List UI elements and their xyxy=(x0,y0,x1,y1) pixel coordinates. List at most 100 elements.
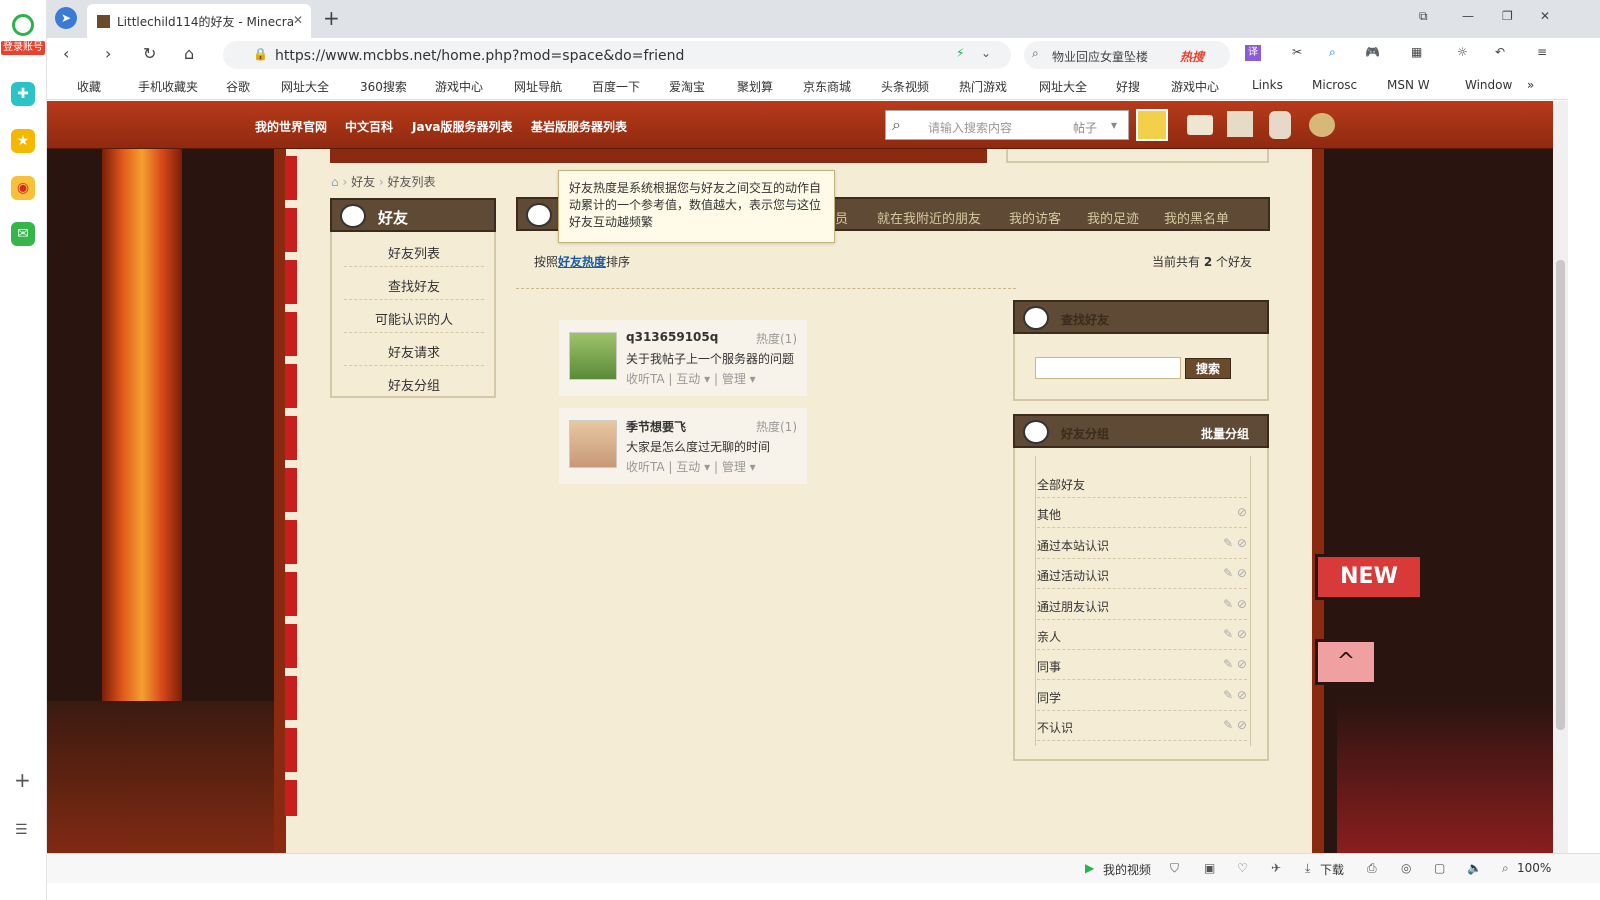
star-icon[interactable]: ★ xyxy=(11,129,35,153)
group-item[interactable]: 亲人 ✎ ⊘ xyxy=(1037,620,1247,650)
back-icon[interactable]: ‹ xyxy=(63,44,69,63)
edit-delete-icons[interactable]: ✎ ⊘ xyxy=(1223,536,1247,550)
image-icon[interactable]: ▣ xyxy=(1204,861,1215,875)
bookmark-item[interactable]: 京东商城 xyxy=(803,78,851,95)
tab-blacklist[interactable]: 我的黑名单 xyxy=(1164,208,1229,227)
group-item[interactable]: 全部好友 xyxy=(1037,468,1247,498)
site-search-input[interactable]: 请输入搜索内容 xyxy=(928,119,1012,136)
bookmark-item[interactable]: 网址大全 xyxy=(1039,78,1087,95)
avatar[interactable] xyxy=(1136,109,1168,141)
theme-sun-icon[interactable]: ☼ xyxy=(1457,45,1468,59)
rocket-icon[interactable]: ✈ xyxy=(1271,861,1281,875)
bookmark-item[interactable]: 谷歌 xyxy=(226,78,250,95)
nav-official-site[interactable]: 我的世界官网 xyxy=(255,118,327,135)
sidebar-item-may-know[interactable]: 可能认识的人 xyxy=(344,300,484,333)
bookmark-item[interactable]: 爱淘宝 xyxy=(669,78,705,95)
edit-delete-icons[interactable]: ✎ ⊘ xyxy=(1223,597,1247,611)
bookmark-item[interactable]: 游戏中心 xyxy=(435,78,483,95)
nav-compass-icon[interactable]: ➤ xyxy=(55,7,77,29)
bookmark-item[interactable]: 聚划算 xyxy=(737,78,773,95)
bookmark-item[interactable]: 百度一下 xyxy=(592,78,640,95)
batch-group-link[interactable]: 批量分组 xyxy=(1201,425,1249,442)
video-icon[interactable]: ▶ xyxy=(1085,861,1094,875)
main-menu-icon[interactable]: ≡ xyxy=(1537,45,1547,59)
site-search[interactable]: ⌕ 请输入搜索内容 帖子 ▾ xyxy=(885,110,1129,140)
potion-icon[interactable] xyxy=(1269,111,1291,139)
home-icon[interactable]: ⌂ xyxy=(184,44,194,63)
group-item[interactable]: 通过朋友认识 ✎ ⊘ xyxy=(1037,590,1247,620)
download-icon[interactable]: ⤓ xyxy=(1305,861,1310,876)
bookmark-item[interactable]: 好搜 xyxy=(1116,78,1140,95)
game-icon[interactable]: 🎮 xyxy=(1365,45,1380,59)
find-friend-input[interactable] xyxy=(1035,357,1181,379)
friend-avatar[interactable] xyxy=(569,420,617,468)
zoom-level[interactable]: 100% xyxy=(1517,861,1551,875)
address-bar[interactable]: 🔒 https://www.mcbbs.net/home.php?mod=spa… xyxy=(223,41,1011,69)
cookie-icon[interactable] xyxy=(1309,113,1335,137)
bookmark-folder[interactable]: MSN W xyxy=(1387,78,1430,92)
group-item[interactable]: 同学 ✎ ⊘ xyxy=(1037,681,1247,711)
breadcrumb-friends[interactable]: 好友 xyxy=(351,175,375,189)
tab-current[interactable]: Littlechild114的好友 - Minecra ✕ xyxy=(87,4,311,38)
login-button[interactable]: 登录账号 xyxy=(1,41,45,55)
friend-name[interactable]: q313659105q xyxy=(626,330,718,344)
sort-by-heat-link[interactable]: 好友热度 xyxy=(558,255,606,269)
download-link[interactable]: 下载 xyxy=(1320,861,1344,878)
mail-icon[interactable]: ✉ xyxy=(11,222,35,246)
edit-delete-icons[interactable]: ✎ ⊘ xyxy=(1223,657,1247,671)
sidebar-item-find-friend[interactable]: 查找好友 xyxy=(344,267,484,300)
bookmark-item[interactable]: 网址大全 xyxy=(281,78,329,95)
edit-delete-icons[interactable]: ✎ ⊘ xyxy=(1223,627,1247,641)
bookmark-item[interactable]: 网址导航 xyxy=(514,78,562,95)
bookmark-folder[interactable]: Microsc xyxy=(1312,78,1357,92)
reload-icon[interactable]: ↻ xyxy=(143,44,156,63)
minimize-button[interactable]: — xyxy=(1462,9,1474,23)
manage-menu[interactable]: 管理 xyxy=(722,460,746,474)
bookmark-folder[interactable]: Links xyxy=(1252,78,1283,92)
maximize-button[interactable]: ❐ xyxy=(1502,9,1513,23)
volume-icon[interactable]: 🔈 xyxy=(1467,861,1482,875)
friend-name[interactable]: 季节想要飞 xyxy=(626,418,686,435)
tab-close-icon[interactable]: ✕ xyxy=(293,13,303,27)
bookmarks-overflow[interactable]: » xyxy=(1527,78,1534,92)
nav-bedrock-servers[interactable]: 基岩版服务器列表 xyxy=(531,118,627,135)
nav-wiki[interactable]: 中文百科 xyxy=(345,118,393,135)
tab-nearby[interactable]: 就在我附近的朋友 xyxy=(877,208,981,227)
delete-icon[interactable]: ⊘ xyxy=(1237,505,1247,519)
edit-delete-icons[interactable]: ✎ ⊘ xyxy=(1223,718,1247,732)
bookmark-item[interactable]: 360搜索 xyxy=(360,78,407,95)
box-icon[interactable] xyxy=(1227,111,1253,137)
friend-avatar[interactable] xyxy=(569,332,617,380)
follow-link[interactable]: 收听TA xyxy=(626,372,665,386)
bookmark-item[interactable]: 游戏中心 xyxy=(1171,78,1219,95)
my-video-link[interactable]: 我的视频 xyxy=(1103,861,1151,878)
edit-delete-icons[interactable]: ✎ ⊘ xyxy=(1223,566,1247,580)
add-icon[interactable]: + xyxy=(14,768,31,792)
search-type-select[interactable]: 帖子 xyxy=(1073,119,1097,136)
bookmark-item[interactable]: 收藏 xyxy=(77,78,101,95)
follow-link[interactable]: 收听TA xyxy=(626,460,665,474)
tab-menu-icon[interactable]: ⧉ xyxy=(1419,9,1428,24)
shield-icon[interactable]: ⛉ xyxy=(1170,861,1179,876)
tab-footprints[interactable]: 我的足迹 xyxy=(1087,208,1139,227)
forward-icon[interactable]: › xyxy=(105,44,111,63)
tab-visitors[interactable]: 我的访客 xyxy=(1009,208,1061,227)
interact-menu[interactable]: 互动 xyxy=(676,460,700,474)
home-icon[interactable]: ⌂ xyxy=(331,175,339,189)
heart-icon[interactable]: ♡ xyxy=(1237,861,1248,875)
bookmark-item[interactable]: 手机收藏夹 xyxy=(138,78,198,95)
new-tab-button[interactable]: + xyxy=(323,6,340,30)
back-to-top-icon[interactable]: ^ xyxy=(1315,639,1377,685)
menu-list-icon[interactable]: ☰ xyxy=(15,822,28,838)
bookmark-folder[interactable]: Window xyxy=(1465,78,1512,92)
hot-search-badge[interactable]: 热搜 xyxy=(1180,48,1204,65)
printer-icon[interactable]: ⎙ xyxy=(1367,861,1377,876)
interact-menu[interactable]: 互动 xyxy=(676,372,700,386)
plus-tool-icon[interactable]: ✚ xyxy=(11,82,35,106)
weibo-icon[interactable]: ◉ xyxy=(11,176,35,200)
new-banner-icon[interactable]: NEW xyxy=(1315,554,1423,600)
sidebar-item-groups[interactable]: 好友分组 xyxy=(344,366,484,399)
close-window-button[interactable]: ✕ xyxy=(1540,9,1550,23)
magnifier-icon[interactable]: ⌕ xyxy=(1329,45,1336,60)
group-item[interactable]: 通过本站认识 ✎ ⊘ xyxy=(1037,529,1247,559)
